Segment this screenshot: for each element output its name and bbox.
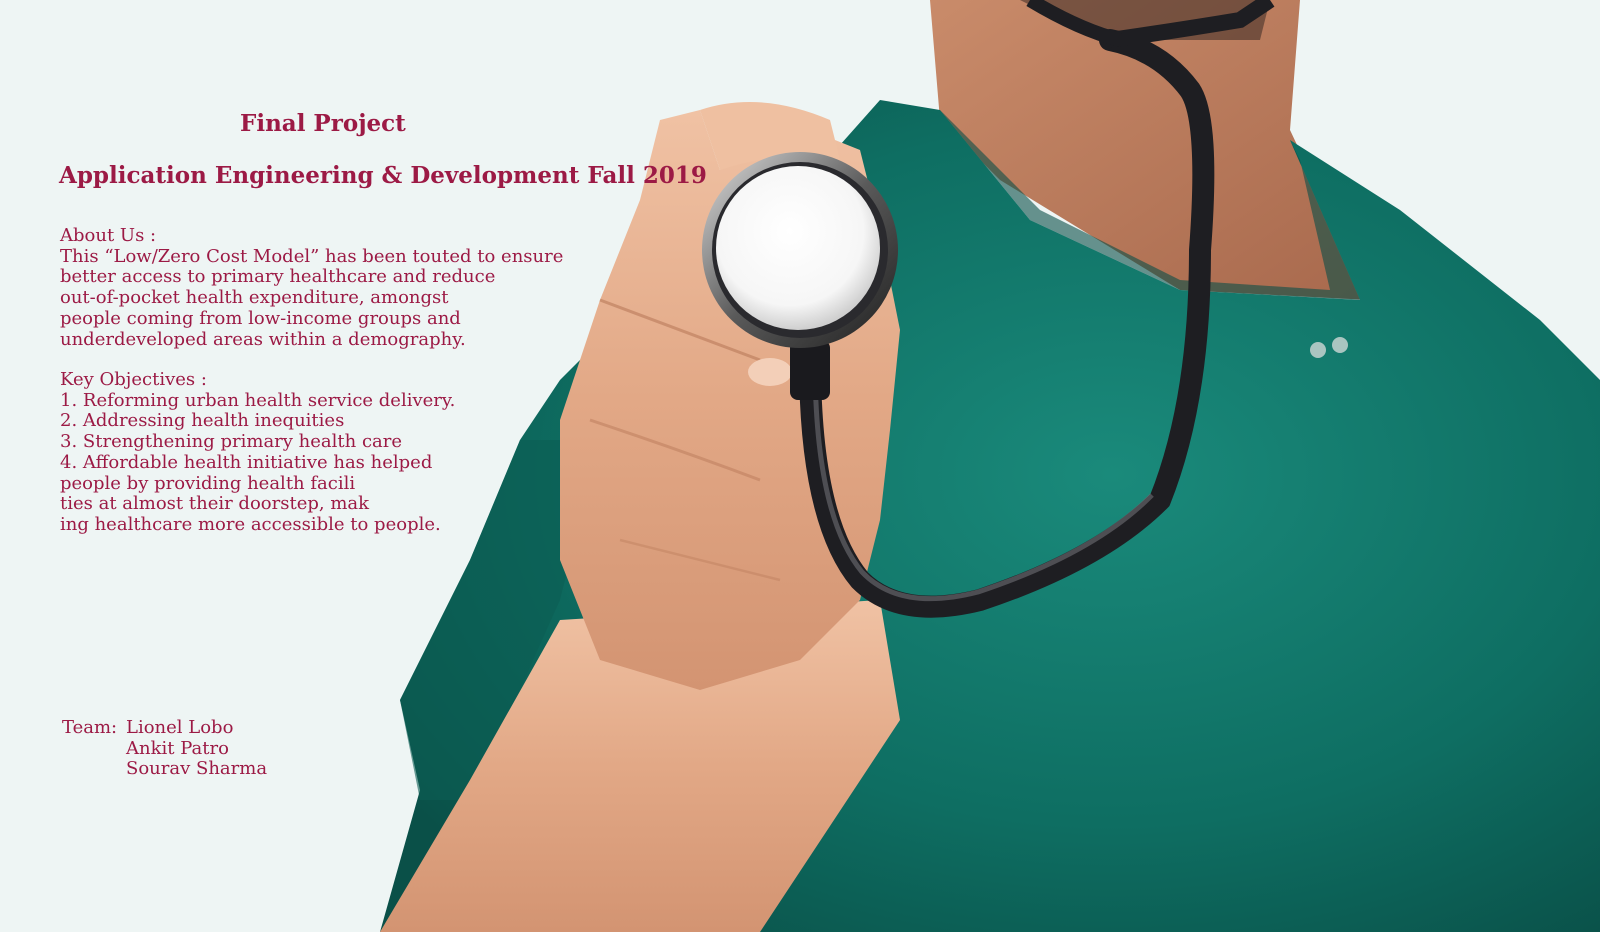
objective-line: 4. Affordable health initiative has help…: [60, 451, 433, 473]
about-line: better access to primary healthcare and …: [60, 266, 496, 288]
about-line: people coming from low-income groups and: [60, 307, 461, 329]
objective-line: 2. Addressing health inequities: [60, 410, 345, 432]
about-line: This “Low/Zero Cost Model” has been tout…: [60, 245, 564, 267]
slide-subtitle: Application Engineering & Development Fa…: [59, 162, 707, 189]
objective-line: people by providing health facili: [60, 472, 356, 494]
objective-line: 1. Reforming urban health service delive…: [60, 389, 456, 411]
team-label: Team:: [62, 717, 118, 738]
objective-line: ties at almost their doorstep, mak: [60, 493, 370, 515]
slide-text-panel: Final Project Application Engineering & …: [0, 0, 707, 932]
about-heading: About Us :: [60, 225, 157, 246]
about-line: out-of-pocket health expenditure, amongs…: [60, 287, 449, 309]
objective-line: ing healthcare more accessible to people…: [60, 513, 441, 535]
team-members: Lionel Lobo Ankit Patro Sourav Sharma: [126, 717, 268, 780]
objective-line: 3. Strengthening primary health care: [60, 431, 403, 453]
team-member: Lionel Lobo: [126, 717, 234, 738]
slide: Final Project Application Engineering & …: [0, 0, 1600, 932]
objectives-section: Key Objectives : 1. Reforming urban heal…: [60, 369, 456, 536]
about-line: underdeveloped areas within a demography…: [60, 328, 466, 350]
slide-title: Final Project: [240, 110, 406, 137]
objectives-heading: Key Objectives :: [60, 369, 207, 390]
about-section: About Us : This “Low/Zero Cost Model” ha…: [60, 225, 564, 350]
team-member: Sourav Sharma: [126, 758, 268, 780]
team-member: Ankit Patro: [126, 737, 229, 759]
